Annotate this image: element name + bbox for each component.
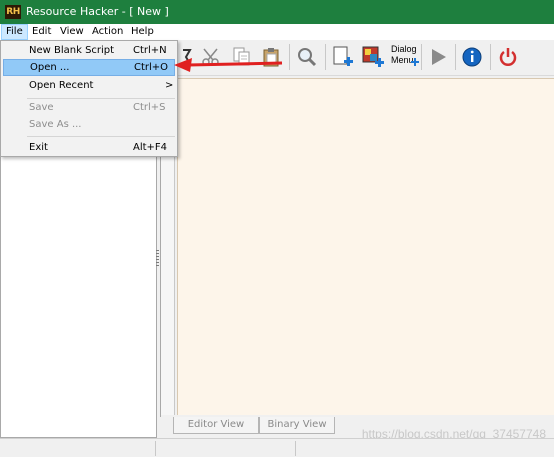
menu-item-label: Save As ... bbox=[29, 119, 82, 130]
run-script-icon bbox=[432, 49, 446, 65]
find-button[interactable] bbox=[294, 44, 320, 70]
find-icon bbox=[298, 48, 317, 67]
menu-item-open-recent[interactable]: Open Recent > bbox=[3, 77, 175, 94]
run-script-button[interactable] bbox=[425, 44, 451, 70]
menu-item-label: Exit bbox=[29, 142, 48, 153]
status-segment bbox=[0, 441, 156, 456]
dialog-menu-button[interactable]: Dialog Menu bbox=[391, 44, 419, 66]
menu-item-open[interactable]: Open ... Ctrl+O bbox=[3, 59, 175, 76]
add-resource-icon bbox=[333, 46, 353, 66]
exit-button[interactable] bbox=[495, 44, 521, 70]
window-title: Resource Hacker - [ New ] bbox=[26, 5, 169, 18]
status-bar bbox=[0, 438, 554, 457]
menu-item-exit[interactable]: Exit Alt+F4 bbox=[3, 139, 175, 156]
menu-action[interactable]: Action bbox=[88, 24, 127, 40]
annotation-arrow-icon bbox=[174, 58, 283, 72]
add-image-button[interactable] bbox=[360, 44, 386, 70]
menu-item-label: Save bbox=[29, 102, 54, 113]
menu-item-new-blank-script[interactable]: New Blank Script Ctrl+N bbox=[3, 42, 175, 59]
menu-edit[interactable]: Edit bbox=[28, 24, 55, 40]
toolbar-separator bbox=[325, 44, 326, 70]
submenu-arrow-icon: > bbox=[165, 80, 174, 91]
title-bar: RH Resource Hacker - [ New ] bbox=[0, 0, 554, 24]
menu-item-label: Open ... bbox=[30, 62, 70, 73]
app-logo-icon: RH bbox=[5, 5, 21, 19]
menu-item-save-as: Save As ... bbox=[3, 116, 175, 133]
menu-item-shortcut: Alt+F4 bbox=[133, 142, 168, 153]
dialog-label: Dialog bbox=[391, 44, 417, 54]
status-segment bbox=[156, 441, 296, 456]
splitter-handle[interactable] bbox=[156, 250, 159, 268]
menu-item-save: Save Ctrl+S bbox=[3, 99, 175, 116]
exit-power-icon bbox=[499, 48, 517, 66]
script-editor-area[interactable] bbox=[177, 78, 554, 415]
menu-separator bbox=[27, 136, 175, 137]
menu-help[interactable]: Help bbox=[127, 24, 158, 40]
toolbar-separator bbox=[490, 44, 491, 70]
menu-bar: File Edit View Action Help bbox=[0, 24, 554, 40]
menu-item-shortcut: Ctrl+O bbox=[134, 62, 169, 73]
menu-item-label: New Blank Script bbox=[29, 45, 115, 56]
menu-item-shortcut: Ctrl+S bbox=[133, 102, 166, 113]
tab-binary-view[interactable]: Binary View bbox=[259, 417, 335, 434]
add-resource-button[interactable] bbox=[330, 44, 356, 70]
toolbar-separator bbox=[421, 44, 422, 70]
dialog-menu-icon bbox=[411, 58, 419, 66]
about-button[interactable] bbox=[459, 44, 485, 70]
toolbar-separator bbox=[455, 44, 456, 70]
file-menu-dropdown: New Blank Script Ctrl+N Open ... Ctrl+O … bbox=[0, 40, 178, 157]
menu-file[interactable]: File bbox=[1, 24, 28, 40]
menu-item-shortcut: Ctrl+N bbox=[133, 45, 167, 56]
about-info-icon bbox=[462, 47, 482, 67]
menu-view[interactable]: View bbox=[56, 24, 88, 40]
menu-item-label: Open Recent bbox=[29, 80, 94, 91]
tab-editor-view[interactable]: Editor View bbox=[173, 417, 259, 434]
add-image-icon bbox=[362, 46, 384, 67]
